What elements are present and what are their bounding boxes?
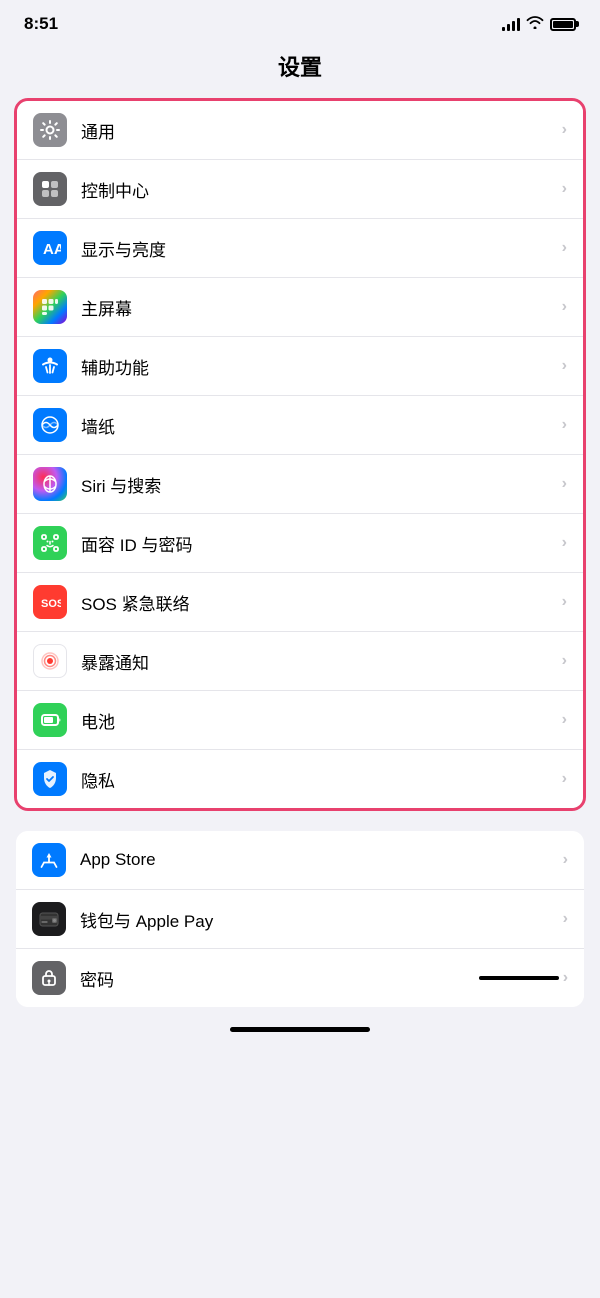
password-chevron: › xyxy=(563,969,568,987)
sos-icon: SOS xyxy=(33,585,67,619)
home-indicator xyxy=(230,1027,370,1032)
battery-chevron: › xyxy=(562,711,567,729)
svg-text:AA: AA xyxy=(43,241,61,258)
settings-row-faceid[interactable]: 面容 ID 与密码 › xyxy=(17,514,583,573)
faceid-chevron: › xyxy=(562,534,567,552)
settings-row-wallpaper[interactable]: 墙纸 › xyxy=(17,396,583,455)
settings-row-exposure[interactable]: 暴露通知 › xyxy=(17,632,583,691)
wifi-icon xyxy=(526,15,544,33)
settings-row-appstore[interactable]: App Store › xyxy=(16,831,584,890)
privacy-label: 隐私 xyxy=(81,767,562,792)
battery-icon xyxy=(33,703,67,737)
wallpaper-icon xyxy=(33,408,67,442)
appstore-chevron: › xyxy=(563,851,568,869)
appstore-label: App Store xyxy=(80,850,563,870)
faceid-label: 面容 ID 与密码 xyxy=(81,531,562,556)
settings-group-apps: App Store › 钱包与 Apple Pay › xyxy=(16,831,584,1007)
status-icons xyxy=(502,15,576,33)
sos-chevron: › xyxy=(562,593,567,611)
settings-row-control[interactable]: 控制中心 › xyxy=(17,160,583,219)
homescreen-chevron: › xyxy=(562,298,567,316)
control-label: 控制中心 xyxy=(81,177,562,202)
control-chevron: › xyxy=(562,180,567,198)
siri-icon xyxy=(33,467,67,501)
sos-label: SOS 紧急联络 xyxy=(81,590,562,615)
general-chevron: › xyxy=(562,121,567,139)
settings-row-password[interactable]: 密码 › xyxy=(16,949,584,1007)
wallet-icon xyxy=(32,902,66,936)
exposure-label: 暴露通知 xyxy=(81,649,562,674)
settings-row-battery[interactable]: 电池 › xyxy=(17,691,583,750)
siri-chevron: › xyxy=(562,475,567,493)
settings-row-accessibility[interactable]: 辅助功能 › xyxy=(17,337,583,396)
privacy-chevron: › xyxy=(562,770,567,788)
password-icon xyxy=(32,961,66,995)
password-label: 密码 xyxy=(80,966,279,991)
status-time: 8:51 xyxy=(24,14,58,34)
general-label: 通用 xyxy=(81,118,562,143)
battery-status-icon xyxy=(550,18,576,31)
settings-row-display[interactable]: AA 显示与亮度 › xyxy=(17,219,583,278)
display-chevron: › xyxy=(562,239,567,257)
privacy-icon xyxy=(33,762,67,796)
faceid-icon xyxy=(33,526,67,560)
settings-row-general[interactable]: 通用 › xyxy=(17,101,583,160)
status-bar: 8:51 xyxy=(0,0,600,42)
wallpaper-chevron: › xyxy=(562,416,567,434)
display-icon: AA xyxy=(33,231,67,265)
settings-row-wallet[interactable]: 钱包与 Apple Pay › xyxy=(16,890,584,949)
homescreen-icon xyxy=(33,290,67,324)
battery-label: 电池 xyxy=(81,708,562,733)
settings-group-main: 通用 › 控制中心 › AA 显示与亮度 › xyxy=(14,98,586,811)
exposure-chevron: › xyxy=(562,652,567,670)
siri-label: Siri 与搜索 xyxy=(81,472,562,497)
settings-row-homescreen[interactable]: 主屏幕 › xyxy=(17,278,583,337)
accessibility-icon xyxy=(33,349,67,383)
settings-row-privacy[interactable]: 隐私 › xyxy=(17,750,583,808)
appstore-icon xyxy=(32,843,66,877)
display-label: 显示与亮度 xyxy=(81,236,562,261)
homescreen-label: 主屏幕 xyxy=(81,295,562,320)
wallet-chevron: › xyxy=(563,910,568,928)
settings-row-sos[interactable]: SOS SOS 紧急联络 › xyxy=(17,573,583,632)
wallet-label: 钱包与 Apple Pay xyxy=(80,907,563,932)
accessibility-label: 辅助功能 xyxy=(81,354,562,379)
accessibility-chevron: › xyxy=(562,357,567,375)
svg-text:SOS: SOS xyxy=(41,598,61,610)
control-center-icon xyxy=(33,172,67,206)
wallpaper-label: 墙纸 xyxy=(81,413,562,438)
settings-row-siri[interactable]: Siri 与搜索 › xyxy=(17,455,583,514)
general-icon xyxy=(33,113,67,147)
page-title: 设置 xyxy=(0,42,600,98)
exposure-icon xyxy=(33,644,67,678)
signal-icon xyxy=(502,17,520,31)
